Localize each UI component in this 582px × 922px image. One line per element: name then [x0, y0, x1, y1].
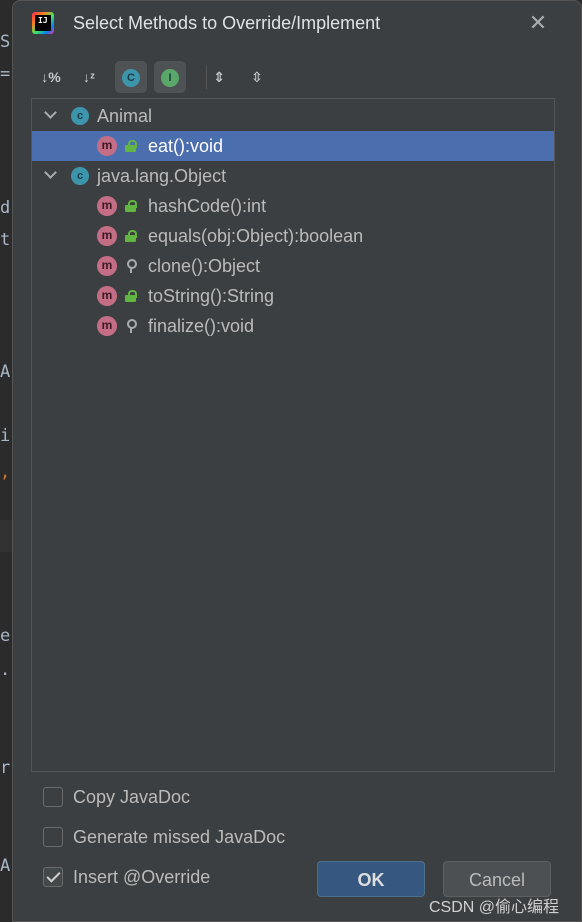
method-icon: m [97, 286, 117, 306]
copy-javadoc-checkbox[interactable] [43, 787, 63, 807]
method-label: finalize():void [148, 316, 255, 336]
insert-override-checkbox[interactable] [43, 867, 63, 887]
tree-method-row[interactable]: m clone():Object [32, 251, 554, 281]
tree-method-row[interactable]: m toString():String [32, 281, 554, 311]
generate-javadoc-label: Generate missed JavaDoc [73, 827, 286, 847]
method-icon: m [97, 226, 117, 246]
show-interfaces-icon[interactable]: I [154, 61, 186, 93]
method-label: toString():String [148, 286, 275, 306]
tree-toolbar: ↓% ↓ᶻ C I ⇕ ⇳ [33, 59, 293, 93]
insert-override-label: Insert @Override [73, 867, 211, 887]
generate-javadoc-checkbox[interactable] [43, 827, 63, 847]
class-icon: c [71, 107, 89, 125]
protected-key-icon [126, 259, 137, 273]
tree-method-row[interactable]: m equals(obj:Object):boolean [32, 221, 554, 251]
public-lock-icon [125, 290, 137, 302]
cancel-button[interactable]: Cancel [443, 861, 551, 897]
method-label: clone():Object [148, 256, 261, 276]
sort-by-percent-icon[interactable]: ↓% [35, 61, 67, 93]
chevron-down-icon[interactable] [44, 168, 58, 182]
protected-key-icon [126, 319, 137, 333]
tree-method-row[interactable]: m hashCode():int [32, 191, 554, 221]
show-classes-glyph: C [122, 69, 140, 88]
ok-button[interactable]: OK [317, 861, 425, 897]
method-label: eat():void [148, 136, 224, 156]
app-icon-label: IJ [38, 16, 48, 25]
method-icon: m [97, 196, 117, 216]
group-label: java.lang.Object [97, 166, 227, 186]
group-label: Animal [97, 106, 153, 126]
tree-method-row[interactable]: m eat():void [32, 131, 554, 161]
public-lock-icon [125, 140, 137, 152]
method-icon: m [97, 316, 117, 336]
public-lock-icon [125, 200, 137, 212]
dialog-title: Select Methods to Override/Implement [73, 13, 381, 33]
sort-alphabetically-icon[interactable]: ↓ᶻ [73, 61, 105, 93]
intellij-logo-icon: IJ [32, 12, 54, 34]
public-lock-icon [125, 230, 137, 242]
tree-method-row[interactable]: m finalize():void [32, 311, 554, 341]
dialog-titlebar: IJ Select Methods to Override/Implement … [13, 1, 581, 47]
show-interfaces-glyph: I [161, 69, 179, 88]
method-label: hashCode():int [148, 196, 267, 216]
close-icon[interactable]: ✕ [525, 10, 551, 36]
override-methods-dialog: IJ Select Methods to Override/Implement … [12, 0, 582, 922]
tree-group-animal[interactable]: c Animal [32, 101, 554, 131]
tree-group-object[interactable]: c java.lang.Object [32, 161, 554, 191]
method-label: equals(obj:Object):boolean [148, 226, 364, 246]
show-classes-icon[interactable]: C [115, 61, 147, 93]
method-icon: m [97, 256, 117, 276]
method-icon: m [97, 136, 117, 156]
copy-javadoc-label: Copy JavaDoc [73, 787, 191, 807]
expand-all-icon[interactable]: ⇕ [203, 61, 235, 93]
chevron-down-icon[interactable] [44, 108, 58, 122]
class-icon: c [71, 167, 89, 185]
watermark: CSDN @偷心编程 [429, 899, 560, 916]
collapse-all-icon[interactable]: ⇳ [241, 61, 273, 93]
methods-tree[interactable]: c Animal m eat():void c java.lang.Object… [31, 98, 555, 772]
